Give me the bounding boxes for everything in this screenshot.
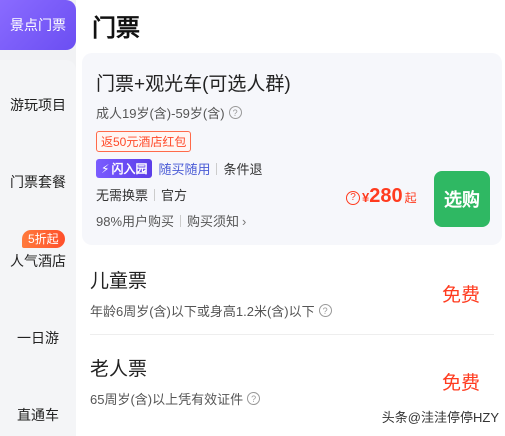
flash-badge-label: 闪入园	[111, 162, 148, 176]
sidebar-item-label: 景点门票	[10, 17, 66, 33]
ticket-card[interactable]: 门票+观光车(可选人群) 成人19岁(含)-59岁(含) ? 返50元酒店红包 …	[82, 53, 502, 245]
discount-badge: 5折起	[22, 230, 65, 248]
sidebar-item-day-tour[interactable]: 一日游	[0, 328, 76, 348]
price-value: 280	[369, 185, 403, 207]
buy-button[interactable]: 选购	[434, 171, 490, 227]
divider	[154, 188, 156, 201]
currency-symbol: ¥	[362, 190, 370, 205]
purchase-notice-link[interactable]: 购买须知 ›	[187, 211, 246, 230]
ticket-price: 免费	[441, 285, 480, 306]
ticket-desc-text: 65周岁(含)以上凭有效证件	[90, 392, 244, 407]
ticket-title: 儿童票	[90, 271, 148, 292]
ticket-title: 老人票	[90, 359, 148, 380]
no-exchange-tag: 无需换票	[96, 188, 149, 203]
lightning-icon: ⚡	[101, 161, 110, 176]
sidebar-panel	[0, 60, 76, 436]
refund-tag: 条件退	[223, 162, 263, 177]
tags-row: ⚡ 闪入园 随买随用 条件退	[96, 159, 262, 178]
sidebar-item-activities[interactable]: 游玩项目	[0, 95, 76, 115]
sidebar-item-hotels[interactable]: 人气酒店	[0, 251, 76, 271]
notice-label: 购买须知	[187, 214, 240, 229]
watermark: 头条@洼洼停停HZY	[381, 410, 499, 425]
ticket-desc: 年龄6周岁(含)以下或身高1.2米(含)以下 ?	[90, 301, 494, 320]
price-suffix: 起	[404, 191, 417, 205]
question-icon[interactable]: ?	[318, 304, 332, 317]
purchase-rate: 98%用户购买	[96, 214, 175, 229]
purchase-info-row: 98%用户购买 购买须知 ›	[96, 211, 246, 230]
question-icon[interactable]: ?	[228, 106, 242, 119]
sidebar-item-scenic-tickets[interactable]: 景点门票	[0, 0, 76, 50]
page-title: 门票	[92, 15, 140, 42]
divider	[90, 334, 494, 335]
price: ? ¥ 280 起	[346, 185, 417, 208]
divider	[180, 214, 182, 227]
ticket-desc: 65周岁(含)以上凭有效证件 ?	[90, 389, 494, 408]
hotel-coupon-tag: 返50元酒店红包	[96, 131, 192, 152]
ticket-desc-text: 年龄6周岁(含)以下或身高1.2米(含)以下	[90, 304, 315, 319]
subtitle-text: 成人19岁(含)-59岁(含)	[96, 106, 225, 121]
ticket-item-senior[interactable]: 老人票 65周岁(含)以上凭有效证件 ? 免费	[90, 354, 494, 408]
price-question-icon[interactable]: ?	[346, 190, 360, 205]
official-tag: 官方	[161, 188, 188, 203]
chevron-right-icon: ›	[242, 214, 247, 229]
card-subtitle: 成人19岁(含)-59岁(含) ?	[96, 103, 242, 122]
sidebar: 景点门票 游玩项目 门票套餐 5折起 人气酒店 一日游 直通车	[0, 0, 76, 436]
question-icon[interactable]: ?	[247, 392, 261, 405]
use-anytime-tag: 随买随用	[158, 162, 211, 177]
tags-row-2: 无需换票 官方	[96, 185, 187, 204]
sidebar-item-ticket-packages[interactable]: 门票套餐	[0, 172, 76, 192]
card-title: 门票+观光车(可选人群)	[96, 74, 291, 95]
main-content: 门票 门票+观光车(可选人群) 成人19岁(含)-59岁(含) ? 返50元酒店…	[76, 0, 505, 436]
divider	[216, 162, 218, 175]
ticket-price: 免费	[441, 373, 480, 394]
flash-entry-badge: ⚡ 闪入园	[96, 159, 153, 178]
sidebar-item-shuttle[interactable]: 直通车	[0, 405, 76, 425]
ticket-item-child[interactable]: 儿童票 年龄6周岁(含)以下或身高1.2米(含)以下 ? 免费	[90, 266, 494, 320]
